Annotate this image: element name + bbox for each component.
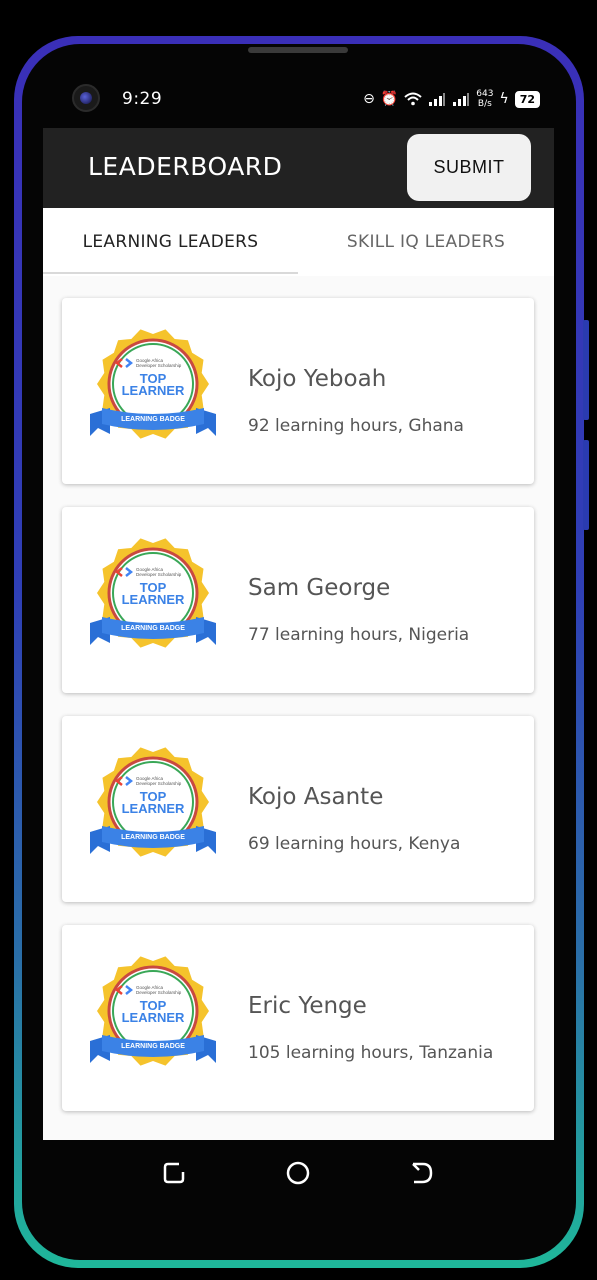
alarm-icon: ⏰ <box>380 91 399 107</box>
do-not-disturb-icon: ⊖ <box>363 91 375 107</box>
charging-icon: ϟ <box>499 91 509 107</box>
svg-text:LEARNING BADGE: LEARNING BADGE <box>121 834 185 841</box>
page-title: LEADERBOARD <box>88 152 283 181</box>
network-speed-value: 643 <box>476 89 494 99</box>
top-learner-badge-icon: Google AfricaDeveloper ScholarshipTOPLEA… <box>90 747 216 857</box>
tab-skill-iq-leaders[interactable]: SKILL IQ LEADERS <box>298 208 554 276</box>
svg-text:LEARNING BADGE: LEARNING BADGE <box>121 625 185 632</box>
svg-text:LEARNER: LEARNER <box>122 383 185 398</box>
network-speed-unit: B/s <box>477 99 492 109</box>
top-learner-badge-icon: Google AfricaDeveloper ScholarshipTOPLEA… <box>90 956 216 1066</box>
learner-details: 77 learning hours, Nigeria <box>248 625 470 645</box>
home-icon[interactable] <box>285 1160 311 1186</box>
submit-button[interactable]: SUBMIT <box>407 134 531 201</box>
learner-details: 92 learning hours, Ghana <box>248 416 464 436</box>
learner-name: Sam George <box>248 575 391 601</box>
status-bar: 9:29 ⊖ ⏰ 643 B/s ϟ 72 <box>42 74 554 124</box>
top-learner-badge-icon: Google AfricaDeveloper ScholarshipTOPLEA… <box>90 538 216 648</box>
leader-card[interactable]: Google Africa Developer Scholarship TOP LEA… <box>62 716 534 902</box>
status-icons: ⊖ ⏰ 643 B/s ϟ 72 <box>363 84 540 114</box>
front-camera <box>72 84 100 112</box>
signal-icon-2 <box>453 93 470 106</box>
top-learner-badge-icon: Google AfricaDeveloper ScholarshipTOPLEA… <box>90 329 216 439</box>
learner-name: Kojo Asante <box>248 784 384 810</box>
svg-text:Developer Scholarship: Developer Scholarship <box>136 781 182 786</box>
svg-text:Developer Scholarship: Developer Scholarship <box>136 572 182 577</box>
recent-apps-icon[interactable] <box>161 1160 187 1186</box>
app-screen: LEADERBOARD SUBMIT LEARNING LEADERS SKIL… <box>43 128 554 1140</box>
tab-bar: LEARNING LEADERS SKILL IQ LEADERS <box>43 208 554 276</box>
tab-indicator <box>43 272 298 274</box>
network-speed: 643 B/s <box>476 89 493 109</box>
system-nav-bar <box>43 1140 554 1208</box>
speaker-grill <box>248 47 348 53</box>
power-button <box>583 440 589 530</box>
learner-details: 69 learning hours, Kenya <box>248 834 461 854</box>
battery-indicator: 72 <box>514 90 540 108</box>
status-time: 9:29 <box>122 89 163 109</box>
svg-text:Developer Scholarship: Developer Scholarship <box>136 990 182 995</box>
svg-text:LEARNING BADGE: LEARNING BADGE <box>121 416 185 423</box>
svg-text:LEARNING BADGE: LEARNING BADGE <box>121 1043 185 1050</box>
svg-text:Developer Scholarship: Developer Scholarship <box>136 363 182 368</box>
learner-details: 105 learning hours, Tanzania <box>248 1043 494 1063</box>
signal-icon <box>429 93 446 106</box>
svg-text:LEARNER: LEARNER <box>122 1010 185 1025</box>
svg-text:LEARNER: LEARNER <box>122 592 185 607</box>
wifi-icon <box>404 92 422 106</box>
learner-name: Kojo Yeboah <box>248 366 387 392</box>
learner-name: Eric Yenge <box>248 993 367 1019</box>
back-icon[interactable] <box>409 1160 435 1186</box>
app-bar: LEADERBOARD SUBMIT <box>43 128 554 208</box>
volume-button <box>583 320 589 420</box>
leader-card[interactable]: Google Africa Developer Scholarship TOP LEA… <box>62 298 534 484</box>
leader-card[interactable]: Google Africa Developer Scholarship TOP LEA… <box>62 925 534 1111</box>
tab-learning-leaders[interactable]: LEARNING LEADERS <box>43 208 298 276</box>
svg-text:LEARNER: LEARNER <box>122 801 185 816</box>
leader-card[interactable]: Google Africa Developer Scholarship TOP LEA… <box>62 507 534 693</box>
